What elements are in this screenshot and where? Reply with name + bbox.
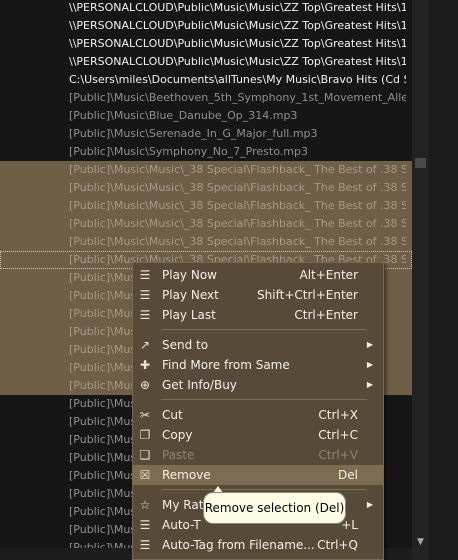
file-list-row[interactable]: [Public]\Music\Music\_38 Special\Flashba… [0, 179, 412, 197]
paste-icon: ❑ [139, 448, 151, 462]
file-path: [Public]\Music\Beethoven_5th_Symphony_1s… [69, 91, 406, 104]
play-next-icon: ☰ [139, 288, 151, 302]
menu-item-paste: ❑ Paste Ctrl+V [133, 445, 383, 465]
auto-tag-filename-icon: ☰ [139, 538, 151, 552]
menu-item-find-more-from-same[interactable]: ✚ Find More from Same ▶ [133, 355, 383, 375]
file-path: [Public]\Music\Music\_38 Special\Flashba… [69, 163, 406, 176]
file-path: [Public]\Music\Music\_38 Special\Flashba… [69, 217, 406, 230]
file-path: [Public]\Music\Music\_38 Special\Flashba… [69, 235, 406, 248]
menu-item-label: Auto-T [162, 518, 201, 532]
menu-item-play-now[interactable]: ☰ Play Now Alt+Enter [133, 265, 383, 285]
menu-item-label: Copy [162, 428, 193, 442]
play-now-icon: ☰ [139, 268, 151, 282]
auto-tag-icon: ☰ [139, 518, 151, 532]
file-path: [Public]\Music\Music\_38 Special\Flashba… [69, 181, 406, 194]
file-path: \\PERSONALCLOUD\Public\Music\Music\ZZ To… [69, 55, 406, 68]
copy-icon: ❐ [139, 428, 151, 442]
menu-separator [161, 489, 367, 490]
menu-item-shortcut: Ctrl+X [318, 408, 358, 422]
menu-item-play-last[interactable]: ☰ Play Last Ctrl+Enter [133, 305, 383, 325]
scrollbar-thumb[interactable] [415, 158, 426, 168]
side-panel [429, 0, 458, 560]
menu-item-remove[interactable]: ☒ Remove Del [133, 465, 383, 485]
submenu-arrow-icon: ▶ [366, 380, 373, 389]
menu-item-play-next[interactable]: ☰ Play Next Shift+Ctrl+Enter [133, 285, 383, 305]
file-path: [Public]\Music\Symphony_No_7_Presto.mp3 [69, 145, 308, 158]
menu-item-shortcut: Ctrl+C [318, 428, 358, 442]
vertical-scrollbar[interactable] [412, 0, 429, 560]
file-list-row[interactable]: [Public]\Music\Music\_38 Special\Flashba… [0, 215, 412, 233]
scroll-down-icon[interactable]: ▼ [414, 536, 427, 549]
file-list-row[interactable]: \\PERSONALCLOUD\Public\Music\Music\ZZ To… [0, 0, 412, 17]
file-list-row[interactable]: [Public]\Music\Symphony_No_7_Presto.mp3 [0, 143, 412, 161]
menu-item-shortcut: Del [338, 468, 358, 482]
file-list-row[interactable]: [Public]\Music\Music\_38 Special\Flashba… [0, 233, 412, 251]
submenu-arrow-icon: ▶ [366, 340, 373, 349]
menu-separator [161, 329, 367, 330]
menu-item-label: Play Next [162, 288, 219, 302]
menu-item-label: Cut [162, 408, 183, 422]
menu-item-shortcut: Ctrl+Enter [294, 308, 358, 322]
file-list-row[interactable]: \\PERSONALCLOUD\Public\Music\Music\ZZ To… [0, 53, 412, 71]
file-list-row[interactable]: \\PERSONALCLOUD\Public\Music\Music\ZZ To… [0, 17, 412, 35]
file-path: C:\Users\miles\Documents\allTunes\My Mus… [69, 73, 406, 86]
menu-item-label: Play Now [162, 268, 217, 282]
get-info-icon: ⊕ [139, 378, 151, 392]
tooltip: Remove selection (Del) [203, 492, 346, 524]
menu-item-label: My Rati [162, 498, 207, 512]
file-path: [Public]\Music\Blue_Danube_Op_314.mp3 [69, 109, 298, 122]
file-list-row[interactable]: C:\Users\miles\Documents\allTunes\My Mus… [0, 71, 412, 89]
menu-item-cut[interactable]: ✂ Cut Ctrl+X [133, 405, 383, 425]
menu-item-label: Find More from Same [162, 358, 290, 372]
menu-item-label: Send to [162, 338, 209, 352]
submenu-arrow-icon: ▶ [366, 360, 373, 369]
submenu-arrow-icon: ▶ [366, 500, 373, 509]
menu-item-label: Remove [162, 468, 211, 482]
my-rating-icon: ☆ [139, 498, 151, 512]
menu-item-label: Auto-Tag from Filename... [162, 538, 315, 552]
menu-item-send-to[interactable]: ↗ Send to ▶ [133, 335, 383, 355]
cut-icon: ✂ [139, 408, 151, 422]
menu-item-shortcut: Alt+Enter [299, 268, 358, 282]
remove-icon: ☒ [139, 468, 151, 482]
menu-item-auto-tag-from-filename[interactable]: ☰ Auto-Tag from Filename... Ctrl+Q [133, 535, 383, 555]
file-path: [Public]\Music\Music\_38 Special\Flashba… [69, 199, 406, 212]
file-path: [Public]\Music\Serenade_In_G_Major_full.… [69, 127, 318, 140]
menu-item-copy[interactable]: ❐ Copy Ctrl+C [133, 425, 383, 445]
menu-separator [161, 399, 367, 400]
file-list-row[interactable]: [Public]\Music\Blue_Danube_Op_314.mp3 [0, 107, 412, 125]
menu-item-shortcut: Ctrl+V [318, 448, 358, 462]
file-path: \\PERSONALCLOUD\Public\Music\Music\ZZ To… [69, 19, 406, 32]
file-list-row[interactable]: [Public]\Music\Music\_38 Special\Flashba… [0, 197, 412, 215]
menu-item-shortcut: Shift+Ctrl+Enter [257, 288, 358, 302]
file-path: \\PERSONALCLOUD\Public\Music\Music\ZZ To… [69, 37, 406, 50]
file-list-row[interactable]: \\PERSONALCLOUD\Public\Music\Music\ZZ To… [0, 35, 412, 53]
menu-item-label: Get Info/Buy [162, 378, 237, 392]
file-list-row[interactable]: [Public]\Music\Music\_38 Special\Flashba… [0, 161, 412, 179]
file-list-row[interactable]: [Public]\Music\Serenade_In_G_Major_full.… [0, 125, 412, 143]
file-path: \\PERSONALCLOUD\Public\Music\Music\ZZ To… [69, 1, 406, 14]
menu-item-label: Paste [162, 448, 195, 462]
file-list-row[interactable]: [Public]\Music\Beethoven_5th_Symphony_1s… [0, 89, 412, 107]
menu-item-label: Play Last [162, 308, 216, 322]
menu-item-get-info-buy[interactable]: ⊕ Get Info/Buy ▶ [133, 375, 383, 395]
play-last-icon: ☰ [139, 308, 151, 322]
find-more-icon: ✚ [139, 358, 151, 372]
menu-item-shortcut: Ctrl+Q [317, 538, 358, 552]
send-to-icon: ↗ [139, 338, 151, 352]
